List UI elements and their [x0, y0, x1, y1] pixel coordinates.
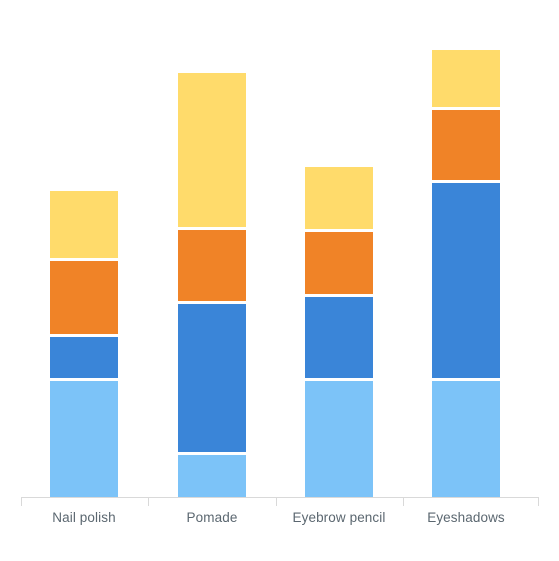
bar-segment[interactable]	[305, 297, 373, 378]
bar-group[interactable]	[50, 0, 118, 497]
bar-segment[interactable]	[432, 50, 500, 107]
bar-segment[interactable]	[178, 455, 246, 497]
bar-segment[interactable]	[50, 381, 118, 497]
plot-area	[0, 0, 559, 497]
bar-segment[interactable]	[432, 183, 500, 378]
bar-group[interactable]	[432, 0, 500, 497]
bar-segment[interactable]	[178, 230, 246, 301]
bar-group[interactable]	[305, 0, 373, 497]
bar-segment[interactable]	[305, 167, 373, 229]
bar-segment[interactable]	[50, 191, 118, 258]
stacked-bar-chart: Nail polish Pomade Eyebrow pencil Eyeshadow…	[0, 0, 559, 561]
x-axis-tick	[403, 497, 404, 506]
x-axis-tick	[21, 497, 22, 506]
x-axis-label-row: Nail polish Pomade Eyebrow pencil Eyeshadow…	[0, 505, 559, 535]
bar-segment[interactable]	[178, 73, 246, 227]
x-axis-tick	[148, 497, 149, 506]
bar-segment[interactable]	[178, 304, 246, 452]
x-axis-line	[21, 497, 538, 498]
bar-segment[interactable]	[50, 261, 118, 334]
x-axis-label: Eyeshadows	[427, 510, 505, 525]
bar-segment[interactable]	[305, 381, 373, 497]
x-axis-tick	[538, 497, 539, 506]
bar-segment[interactable]	[432, 381, 500, 497]
bar-group[interactable]	[178, 0, 246, 497]
x-axis-tick	[276, 497, 277, 506]
bar-segment[interactable]	[432, 110, 500, 180]
bar-segment[interactable]	[50, 337, 118, 378]
bar-segment[interactable]	[305, 232, 373, 294]
